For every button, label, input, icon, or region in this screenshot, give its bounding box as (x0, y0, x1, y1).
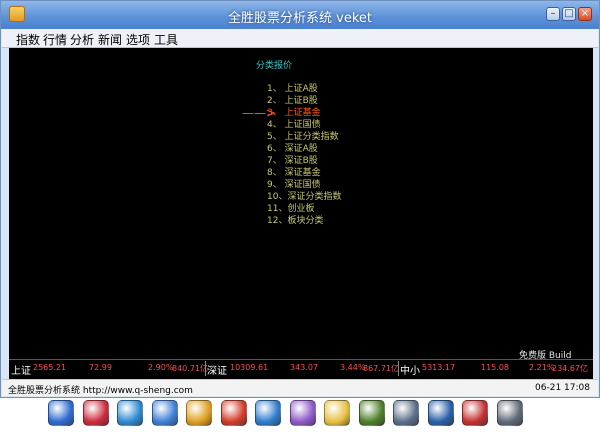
dock-bar (40, 398, 535, 433)
page-title: 分类报价 (256, 61, 293, 71)
magnet-icon[interactable] (82, 400, 109, 426)
maximize-button[interactable]: □ (562, 7, 576, 21)
ticker-sz-change: 343.07 (290, 363, 318, 372)
ticker-sh-label: 上证 (11, 366, 31, 377)
ticker-zx-change: 115.08 (481, 363, 509, 372)
status-bar: 全胜股票分析系统 http://www.q-sheng.com 06-21 17… (2, 379, 598, 396)
folder-icon[interactable] (48, 400, 74, 426)
ticker-sh-change: 72.99 (89, 363, 112, 372)
status-clock: 06-21 17:08 (535, 383, 590, 393)
menu-quotes[interactable]: 行情 (43, 31, 67, 48)
menu-bar: 指数 行情 分析 新闻 选项 工具 (2, 29, 598, 48)
ticker-sh-amount: 840.71亿 (172, 364, 208, 373)
ticker-sz-pct: 3.44% (340, 363, 366, 372)
camera-icon[interactable] (496, 400, 523, 426)
ticker-zx-amount: 234.67亿 (552, 364, 588, 373)
monitor-icon[interactable] (427, 400, 454, 426)
ticker-zx-value: 5313.17 (422, 363, 456, 372)
menu-analysis[interactable]: 分析 (70, 31, 94, 48)
terminal-area: 分类报价 ——> 1、 上证A股 2、 上证B股 3、 上证基金 4、 上证国债… (9, 48, 593, 381)
notepad-icon[interactable] (151, 400, 178, 426)
title-bar[interactable]: 全胜股票分析系统 veket – □ × (1, 1, 599, 29)
ticker-divider (205, 361, 206, 376)
minimize-button[interactable]: – (546, 7, 560, 21)
printer-icon[interactable] (393, 400, 419, 426)
close-button[interactable]: × (578, 7, 592, 21)
ticker-zx-pct: 2.21% (529, 363, 555, 372)
calendar-icon[interactable] (462, 400, 488, 426)
status-url: 全胜股票分析系统 http://www.q-sheng.com (8, 386, 193, 396)
list-item[interactable]: 12、板块分类 (267, 213, 323, 226)
chat-icon[interactable] (186, 400, 212, 426)
ticker-zx-label: 中小 (400, 366, 420, 377)
writer-icon[interactable] (324, 400, 350, 426)
search-globe-icon[interactable] (255, 400, 281, 426)
menu-options[interactable]: 选项 (126, 31, 150, 48)
ticker-sh-pct: 2.90% (148, 363, 174, 372)
image-icon[interactable] (358, 400, 385, 426)
menu-news[interactable]: 新闻 (98, 31, 122, 48)
globe-icon[interactable] (117, 400, 143, 426)
ticker-sh-value: 2565.21 (33, 363, 67, 372)
ticker-sz-value: 10309.61 (230, 363, 269, 372)
ticker-divider (398, 361, 399, 376)
app-window: 全胜股票分析系统 veket – □ × 指数 行情 分析 新闻 选项 工具 分… (0, 0, 600, 398)
ticker-sz-label: 深证 (207, 366, 227, 377)
tools-icon[interactable] (220, 400, 247, 426)
window-title: 全胜股票分析系统 veket (228, 11, 372, 26)
index-ticker: 上证 2565.21 72.99 2.90% 840.71亿 深证 10309.… (9, 359, 593, 377)
document-icon[interactable] (289, 400, 316, 426)
menu-tools[interactable]: 工具 (154, 31, 178, 48)
menu-index[interactable]: 指数 (16, 31, 40, 48)
ticker-sz-amount: 867.71亿 (363, 364, 399, 373)
